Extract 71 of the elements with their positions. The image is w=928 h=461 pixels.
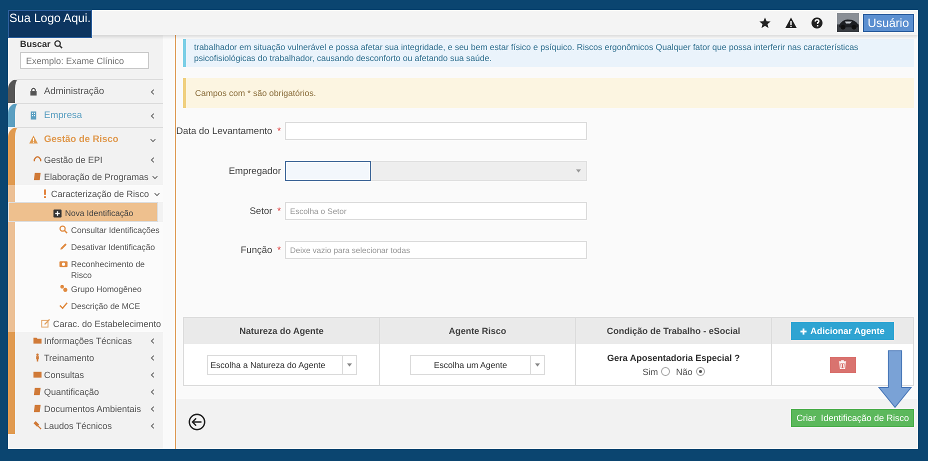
menu-item[interactable]: Grupo Homogêneo bbox=[8, 281, 163, 298]
logo-text[interactable]: Sua Logo Aqui. bbox=[8, 10, 92, 38]
chevron-icon bbox=[149, 156, 157, 164]
lock-icon bbox=[29, 87, 38, 96]
menu-item[interactable]: Consultar Identificações bbox=[8, 222, 163, 239]
menu-item[interactable]: Carac. do Estabelecimento bbox=[8, 315, 163, 332]
exclamation-icon bbox=[43, 189, 47, 198]
field-label: Empregador bbox=[228, 166, 281, 176]
field-label: Função bbox=[240, 244, 272, 256]
chevron-icon bbox=[149, 370, 157, 378]
annotation-arrow bbox=[878, 349, 912, 409]
chevron-icon bbox=[149, 336, 157, 344]
delete-button[interactable] bbox=[830, 356, 856, 372]
input-field[interactable]: Deixe vazio para selecionar todas bbox=[285, 241, 587, 259]
chevron-icon bbox=[149, 88, 157, 96]
caret-icon bbox=[576, 169, 581, 173]
chevron-icon bbox=[149, 422, 157, 430]
menu-item[interactable]: Caracterização de Risco bbox=[8, 185, 163, 202]
check-icon bbox=[59, 301, 68, 310]
warning-icon[interactable] bbox=[784, 16, 797, 28]
question-text: Gera Aposentadoria Especial ? bbox=[607, 352, 740, 362]
field-label: Setor bbox=[250, 206, 272, 216]
caret-icon bbox=[346, 362, 352, 366]
field-label: Data do Levantamento bbox=[176, 126, 272, 136]
menu-item[interactable]: Reconhecimento de Risco bbox=[8, 256, 163, 281]
plus-icon bbox=[800, 328, 808, 334]
menu-item[interactable]: Treinamento bbox=[8, 349, 163, 366]
menu-item[interactable]: Documentos Ambientais bbox=[8, 400, 163, 417]
back-icon[interactable] bbox=[188, 413, 206, 431]
nature-select[interactable]: Escolha a Natureza do Agente bbox=[206, 354, 356, 374]
search-field[interactable]: Exemplo: Exame Clínico bbox=[20, 52, 149, 69]
menu-item[interactable]: Desativar Identificação bbox=[8, 239, 163, 256]
select-field[interactable] bbox=[285, 161, 587, 181]
required-mark: * bbox=[277, 244, 281, 256]
menu-item[interactable]: Descrição de MCE bbox=[8, 298, 163, 315]
menu-item[interactable]: Administração bbox=[8, 79, 163, 103]
help-icon[interactable] bbox=[810, 16, 823, 28]
menu-item[interactable]: Consultas bbox=[8, 366, 163, 383]
menu-item[interactable]: Laudos Técnicos bbox=[8, 417, 163, 434]
building-icon bbox=[29, 111, 38, 120]
radio-button[interactable]: Sim bbox=[642, 366, 670, 376]
agent-select[interactable]: Escolha um Agente bbox=[410, 354, 545, 374]
radio-button[interactable]: Não bbox=[676, 366, 704, 376]
pencil-icon bbox=[59, 242, 68, 251]
chevron-icon bbox=[149, 404, 157, 412]
menu-item[interactable]: Informações Técnicas bbox=[8, 332, 163, 349]
group-icon bbox=[59, 284, 68, 293]
info-text: trabalhador em situação vulnerável e possa afetar sua integridade, e seu bem estar físico e psíquico. Riscos ergonômicos Qualquer fator que possa interferir nas características psicofisiológicas do trabalhador, causando desconforto ou afetando sua saúde. bbox=[194, 42, 858, 63]
search-icon bbox=[54, 40, 63, 48]
warning-icon bbox=[29, 135, 38, 144]
chevron-icon bbox=[149, 388, 157, 396]
search-icon bbox=[59, 225, 68, 234]
search-label: Buscar bbox=[20, 39, 51, 49]
camera-icon bbox=[59, 259, 68, 268]
required-mark: * bbox=[277, 126, 281, 136]
plus-icon bbox=[53, 209, 62, 218]
menu-item[interactable]: Quantificação bbox=[8, 383, 163, 400]
caret-icon bbox=[535, 362, 540, 366]
required-mark: * bbox=[277, 206, 281, 216]
input-field[interactable]: Escolha o Setor bbox=[285, 202, 587, 220]
input-field[interactable] bbox=[285, 122, 587, 140]
gavel-icon bbox=[33, 421, 42, 430]
chevron-icon bbox=[149, 354, 157, 362]
warning-text: Campos com * são obrigatórios. bbox=[195, 88, 316, 98]
edit-icon bbox=[41, 319, 50, 328]
trash-icon bbox=[838, 360, 847, 369]
person-icon bbox=[33, 353, 42, 362]
star-icon[interactable] bbox=[758, 16, 771, 28]
chevron-icon bbox=[149, 112, 157, 120]
folder-icon bbox=[33, 336, 42, 345]
menu-item[interactable]: Nova Identificação bbox=[8, 202, 158, 222]
